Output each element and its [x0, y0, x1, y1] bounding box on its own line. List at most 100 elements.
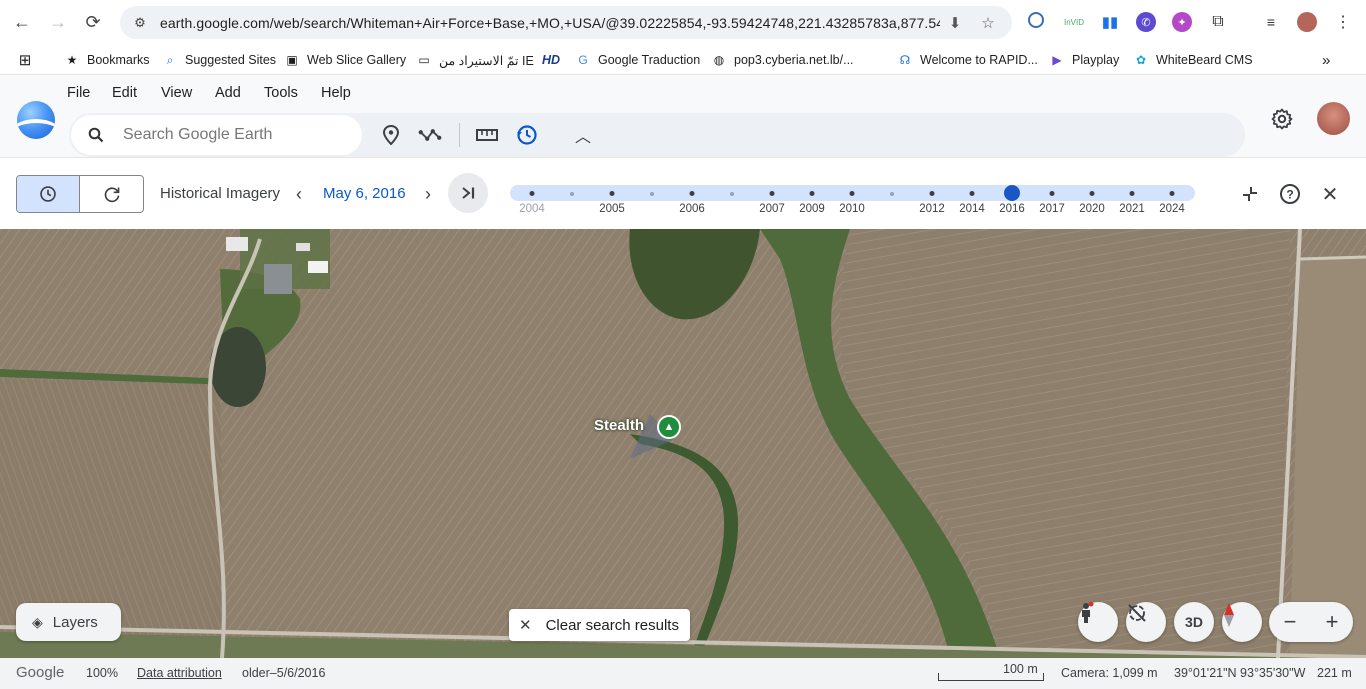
clear-search-results-button[interactable]: ✕ Clear search results [509, 609, 690, 641]
layers-button[interactable]: ◈ Layers [16, 603, 121, 641]
search-box[interactable] [71, 115, 362, 155]
timeline-tick[interactable] [929, 191, 935, 196]
historical-mode-button[interactable] [17, 176, 81, 212]
folder-icon: ▭ [418, 53, 430, 67]
pegman-button[interactable] [1078, 602, 1118, 642]
bookmark-suggested-sites[interactable]: ⌕ Suggested Sites [162, 51, 276, 69]
url-text[interactable]: earth.google.com/web/search/Whiteman+Air… [160, 15, 940, 31]
timeline-selected-marker[interactable] [1004, 185, 1020, 201]
menu-tools[interactable]: Tools [264, 85, 298, 101]
timeline-year-label: 2010 [839, 203, 865, 215]
timeline-tick[interactable] [1129, 191, 1135, 196]
apps-grid-icon[interactable]: ⊞ [17, 51, 40, 69]
compass-button[interactable] [1222, 602, 1262, 642]
camera-altitude: Camera: 1,099 m [1061, 666, 1158, 680]
bookmark-google-traduction[interactable]: G Google Traduction [575, 51, 700, 69]
timeline-tick[interactable] [529, 191, 535, 196]
menu-help[interactable]: Help [321, 85, 351, 101]
timeline-tick[interactable] [570, 191, 574, 196]
bookmark-star-icon[interactable]: ☆ [979, 14, 997, 32]
compass-icon [1224, 603, 1234, 627]
site-info-icon[interactable]: ⚙ [132, 15, 148, 31]
minimize-bar-icon[interactable] [1238, 182, 1262, 206]
search-icon[interactable] [87, 126, 105, 144]
back-icon[interactable]: ← [6, 6, 38, 38]
history-icon [40, 186, 56, 202]
previous-date-icon[interactable]: ‹ [290, 183, 308, 205]
tilt-reset-button[interactable] [1126, 602, 1166, 642]
timeline-tick[interactable] [650, 191, 654, 196]
timeline-tick[interactable] [849, 191, 855, 196]
historical-imagery-label: Historical Imagery [160, 185, 281, 202]
timeline-tick[interactable] [689, 191, 695, 196]
timeline-tick[interactable] [1169, 191, 1175, 196]
next-date-icon[interactable]: › [419, 183, 437, 205]
invid-extension-icon[interactable]: InVID [1063, 12, 1085, 32]
collapse-chevron-icon[interactable]: ︿ [571, 124, 595, 146]
extensions-puzzle-icon[interactable]: ⧉ [1208, 12, 1228, 32]
forward-icon[interactable]: → [42, 6, 74, 38]
zoom-out-button[interactable]: − [1269, 602, 1311, 642]
menu-view[interactable]: View [161, 85, 192, 101]
toolbar-divider [459, 123, 460, 147]
profile-avatar[interactable] [1297, 12, 1317, 32]
media-queue-icon[interactable]: ≡ [1261, 12, 1281, 32]
placemark-marker-icon[interactable]: ▲ [657, 415, 681, 439]
ruler-icon[interactable] [475, 124, 499, 146]
user-avatar[interactable] [1317, 102, 1350, 135]
help-icon[interactable]: ? [1278, 182, 1302, 206]
data-attribution-link[interactable]: Data attribution [137, 666, 222, 680]
brain-extension-icon[interactable]: ✦ [1172, 12, 1192, 32]
bookmark-bookmarks[interactable]: ★ Bookmarks [64, 51, 150, 69]
extension-circle-icon[interactable] [1028, 12, 1044, 28]
timeline-tick[interactable] [609, 191, 615, 196]
timeline-tick[interactable] [1089, 191, 1095, 196]
timeline-tick[interactable] [809, 191, 815, 196]
bookmark-welcome-rapid[interactable]: ☊ Welcome to RAPID... [897, 51, 1038, 69]
bookmark-playplay[interactable]: ▶ Playplay [1049, 51, 1119, 69]
viber-extension-icon[interactable]: ✆ [1136, 12, 1156, 32]
timeline-year-label: 2004 [519, 203, 545, 215]
zoom-level: 100% [86, 666, 118, 680]
timeline-tick[interactable] [969, 191, 975, 196]
selected-date[interactable]: May 6, 2016 [323, 185, 406, 202]
reload-icon[interactable]: ⟳ [77, 6, 109, 38]
timeline-tick[interactable] [890, 191, 894, 196]
bookmark-ie-imported[interactable]: ▭ تمّ الاستيراد من IE [416, 51, 533, 69]
settings-gear-icon[interactable] [1270, 107, 1294, 131]
historical-imagery-icon[interactable] [515, 124, 539, 146]
bookmark-web-slice-gallery[interactable]: ▣ Web Slice Gallery [284, 51, 406, 69]
toggle-3d-button[interactable]: 3D [1174, 602, 1214, 642]
timeline-year-label: 2020 [1079, 203, 1105, 215]
menu-edit[interactable]: Edit [112, 85, 137, 101]
whitebeard-icon: ✿ [1135, 53, 1147, 67]
placemark-icon[interactable] [379, 124, 403, 146]
zoom-in-button[interactable]: + [1311, 602, 1353, 642]
bookmark-whitebeard-cms[interactable]: ✿ WhiteBeard CMS [1133, 51, 1253, 69]
timeline-tick[interactable] [730, 191, 734, 196]
latest-imagery-button[interactable] [448, 173, 488, 213]
bookmark-pop3-cyberia[interactable]: ◍ pop3.cyberia.net.lb/... [711, 51, 854, 69]
address-bar[interactable]: ⚙ earth.google.com/web/search/Whiteman+A… [120, 6, 1012, 39]
timeline-year-label: 2021 [1119, 203, 1145, 215]
placemark-label[interactable]: Stealth [594, 417, 644, 434]
refresh-icon [104, 187, 119, 203]
close-icon[interactable]: ✕ [1318, 182, 1342, 206]
current-imagery-button[interactable] [80, 176, 143, 212]
bookmark-hd[interactable]: HD [542, 51, 560, 69]
path-polygon-icon[interactable] [418, 124, 442, 146]
search-input[interactable] [123, 126, 343, 144]
install-app-icon[interactable]: ⬇ [946, 14, 964, 32]
menu-file[interactable]: File [67, 85, 90, 101]
timeline-tick[interactable] [1049, 191, 1055, 196]
menu-add[interactable]: Add [215, 85, 241, 101]
timeline-tick[interactable] [769, 191, 775, 196]
audio-bars-icon[interactable]: ▮▮ [1100, 12, 1120, 32]
chrome-menu-icon[interactable]: ⋮ [1333, 12, 1353, 32]
imagery-date-range: older–5/6/2016 [242, 666, 326, 680]
satellite-map[interactable]: Stealth ▲ ◈ Layers ✕ Clear search result… [0, 229, 1366, 658]
timeline-year-label: 2014 [959, 203, 985, 215]
google-earth-logo[interactable] [17, 101, 55, 139]
earth-header: File Edit View Add Tools Help ︿ [0, 76, 1366, 157]
more-bookmarks-icon[interactable]: » [1322, 51, 1330, 69]
